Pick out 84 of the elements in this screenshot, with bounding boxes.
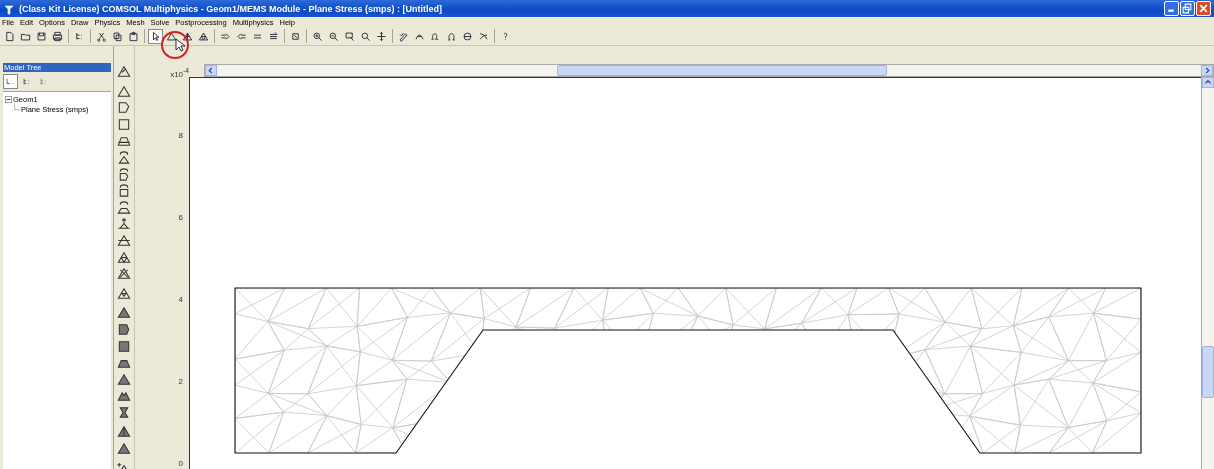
zoom-window-icon xyxy=(344,30,355,42)
filled-triangle-icon xyxy=(116,371,132,387)
chevron-left-icon xyxy=(207,67,215,74)
faded-triangle-button[interactable] xyxy=(116,424,132,440)
zoom-out-icon xyxy=(328,30,339,42)
triangle-mesh-button[interactable] xyxy=(116,249,132,265)
filled-triangle-icon xyxy=(116,305,132,321)
square-button[interactable] xyxy=(116,116,132,132)
highlight-circle xyxy=(160,30,190,60)
triangle-edit-icon xyxy=(116,64,132,79)
y-tick-label: 6 xyxy=(178,213,183,222)
filled-square-icon xyxy=(116,338,132,354)
new-file-icon xyxy=(4,30,15,42)
scrollbar-thumb[interactable] xyxy=(1202,346,1214,398)
triangle-icon xyxy=(166,30,177,42)
move-icon xyxy=(376,30,387,42)
chevron-right-icon xyxy=(1203,67,1211,74)
maximize-button[interactable] xyxy=(1180,1,1195,16)
pentagon-button[interactable] xyxy=(116,100,132,116)
triangle-mesh-icon xyxy=(116,249,132,265)
scroll-left-button[interactable] xyxy=(205,65,217,76)
scissors-icon xyxy=(96,30,107,42)
horizontal-scrollbar[interactable] xyxy=(204,64,1214,77)
y-tick-label: 2 xyxy=(178,377,183,386)
app-logo-icon xyxy=(3,2,15,15)
stack-icon xyxy=(268,30,279,42)
copy-icon xyxy=(112,30,123,42)
filled-triangle-icon xyxy=(116,441,132,457)
axis-scale-label: x10$^{-4}$ xyxy=(170,67,189,79)
filled-square-button[interactable] xyxy=(116,338,132,354)
paste-icon xyxy=(128,30,139,42)
scrollbar-thumb[interactable] xyxy=(557,65,887,76)
close-button[interactable] xyxy=(1196,1,1211,16)
arrow-in-icon xyxy=(220,30,231,42)
triangle-button[interactable] xyxy=(116,83,132,99)
restore-icon xyxy=(1182,3,1193,14)
faded-triangle-icon xyxy=(116,424,132,440)
zoom-extents-icon xyxy=(360,30,371,42)
arrow-out-icon xyxy=(236,30,247,42)
tree-icon xyxy=(74,30,85,42)
filled-triangle-button[interactable] xyxy=(116,441,132,457)
triangle-marker-icon xyxy=(116,285,132,301)
save-icon xyxy=(36,30,47,42)
filled-pentagon-icon xyxy=(116,321,132,337)
scroll-up-button[interactable] xyxy=(1202,77,1214,88)
split-triangle-icon xyxy=(116,232,132,248)
filled-hourglass-button[interactable] xyxy=(116,404,132,420)
rotate-trapezoid-icon xyxy=(116,199,132,215)
filled-hourglass-icon xyxy=(116,404,132,420)
rotate-triangle-icon xyxy=(116,149,132,165)
vertical-scrollbar[interactable] xyxy=(1201,77,1214,469)
split-triangle-button[interactable] xyxy=(116,232,132,248)
y-tick-label: 0 xyxy=(178,459,183,468)
pointer-button[interactable] xyxy=(148,28,163,44)
zoom-in-icon xyxy=(312,30,323,42)
collapse-icon[interactable] xyxy=(5,96,12,103)
square-icon xyxy=(116,116,132,132)
chevron-up-icon xyxy=(1204,79,1212,86)
scroll-right-button[interactable] xyxy=(1201,65,1213,76)
triangle-delete-icon xyxy=(116,266,132,282)
rotate-triangle-button[interactable] xyxy=(116,149,132,165)
filled-pentagon-button[interactable] xyxy=(116,321,132,337)
triangle-icon xyxy=(116,83,132,99)
mouse-cursor-icon xyxy=(175,38,185,52)
minimize-button[interactable] xyxy=(1164,1,1179,16)
rotate-trapezoid-button[interactable] xyxy=(116,199,132,215)
print-icon xyxy=(52,30,63,42)
triangle-refine-icon xyxy=(198,30,209,42)
triangle-edit-button[interactable] xyxy=(116,64,132,79)
triangle-marker-button[interactable] xyxy=(116,285,132,301)
omega-icon xyxy=(446,30,457,42)
triangle-grid-icon xyxy=(182,30,193,42)
extrude-shape-icon xyxy=(116,216,132,232)
y-tick-label: 4 xyxy=(178,295,183,304)
extrude-shape-button[interactable] xyxy=(116,216,132,232)
close-icon xyxy=(1198,3,1209,14)
filled-triangle-button[interactable] xyxy=(116,305,132,321)
window-title: (Class Kit License) COMSOL Multiphysics - Geom1/MEMS Module - Plane Stress (smps) : [Untitled] xyxy=(19,3,443,14)
tree-view-button[interactable] xyxy=(3,74,18,89)
y-tick-label: 8 xyxy=(178,131,183,140)
filled-triangle-button[interactable] xyxy=(116,371,132,387)
pentagon-icon xyxy=(116,100,132,116)
pointer-icon xyxy=(150,30,161,42)
triangle-delete-button[interactable] xyxy=(116,266,132,282)
